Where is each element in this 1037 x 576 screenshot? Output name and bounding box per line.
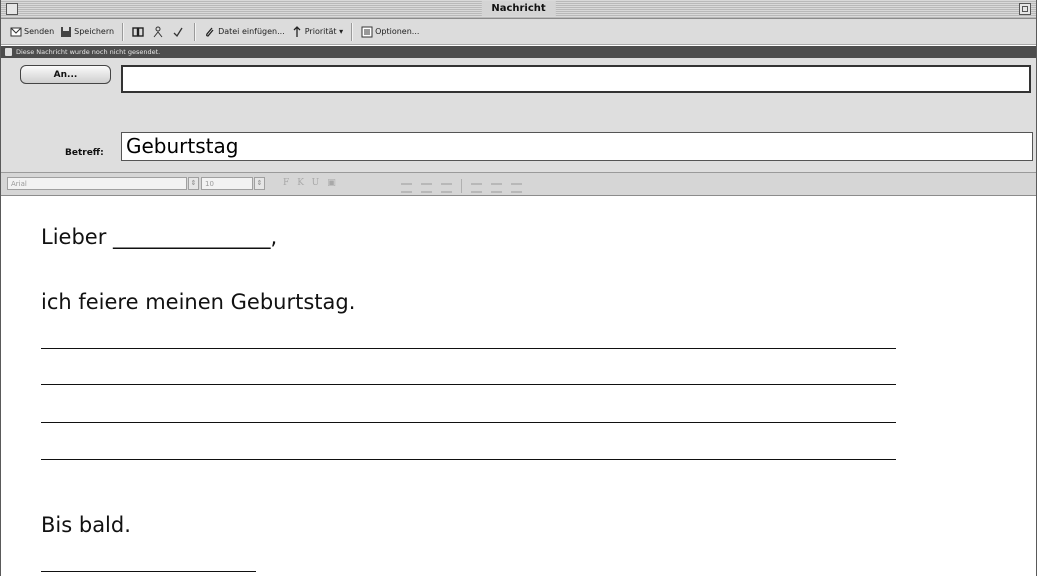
align-right-icon[interactable]: [511, 183, 522, 193]
window-title: Nachricht: [481, 1, 556, 16]
message-header: An... Betreff: Geburtstag: [1, 58, 1036, 173]
indent-icon[interactable]: [441, 183, 452, 193]
font-select-stepper-icon[interactable]: ⇕: [188, 177, 199, 190]
check-names-button[interactable]: [149, 22, 169, 42]
title-bar[interactable]: Nachricht: [1, 0, 1036, 19]
priority-label: Priorität ▾: [304, 27, 344, 36]
paragraph-format-icons: [401, 178, 541, 193]
align-left-icon[interactable]: [471, 183, 482, 193]
attach-file-label: Datei einfügen...: [218, 27, 285, 36]
color-icon[interactable]: ▣: [327, 178, 344, 188]
message-body[interactable]: Lieber _______________, ich feiere meine…: [1, 196, 1036, 576]
toolbar-separator: [122, 22, 125, 41]
status-text: Diese Nachricht wurde noch nicht gesende…: [16, 48, 161, 56]
spelling-button[interactable]: [169, 22, 189, 42]
send-label: Senden: [24, 27, 55, 36]
send-button[interactable]: Senden: [7, 22, 57, 42]
info-icon: [5, 48, 12, 56]
options-label: Optionen...: [375, 27, 420, 36]
address-book-button[interactable]: [129, 22, 149, 42]
priority-menu[interactable]: Priorität ▾: [288, 22, 346, 42]
align-center-icon[interactable]: [491, 183, 502, 193]
blank-line: [41, 348, 896, 349]
toolbar-separator: [351, 22, 354, 41]
blank-line: [41, 459, 896, 460]
priority-icon: [293, 25, 301, 37]
subject-label: Betreff:: [65, 148, 104, 158]
save-button[interactable]: Speichern: [57, 22, 117, 42]
spelling-icon: [173, 27, 183, 37]
bold-icon[interactable]: F: [283, 178, 297, 188]
body-line-1: ich feiere meinen Geburtstag.: [41, 290, 356, 314]
text-style-icons: FKU▣: [283, 178, 344, 188]
paperclip-icon: [206, 27, 214, 37]
disk-icon: [61, 26, 72, 37]
outdent-icon[interactable]: [421, 183, 432, 193]
font-size-stepper-icon[interactable]: ⇕: [254, 177, 265, 190]
to-field[interactable]: [121, 65, 1031, 93]
options-icon: [361, 26, 373, 37]
subject-field[interactable]: Geburtstag: [121, 132, 1033, 161]
to-button[interactable]: An...: [20, 65, 111, 84]
toolbar-separator: [194, 22, 197, 41]
send-icon: [10, 27, 22, 36]
italic-icon[interactable]: K: [297, 178, 311, 188]
status-bar: Diese Nachricht wurde noch nicht gesende…: [1, 46, 1036, 58]
closing-line: Bis bald.: [41, 513, 131, 537]
font-select[interactable]: Arial: [7, 177, 187, 190]
format-bar: Arial ⇕ 10 ⇕ FKU▣: [1, 173, 1036, 196]
bullet-list-icon[interactable]: [401, 183, 412, 193]
signature-line: [41, 571, 256, 572]
book-icon: [132, 26, 144, 37]
save-label: Speichern: [74, 27, 115, 36]
blank-line: [41, 384, 896, 385]
options-button[interactable]: Optionen...: [358, 22, 422, 42]
toolbar: Senden Speichern Datei einfügen... Prior…: [1, 19, 1036, 45]
message-window: Nachricht Senden Speichern Datei einfüge…: [0, 0, 1037, 576]
format-separator: [461, 179, 462, 193]
close-box-icon[interactable]: [6, 3, 18, 15]
greeting-line: Lieber _______________,: [41, 225, 278, 249]
blank-line: [41, 422, 896, 423]
attach-file-button[interactable]: Datei einfügen...: [201, 22, 288, 42]
font-size-select[interactable]: 10: [201, 177, 253, 190]
zoom-box-icon[interactable]: [1019, 3, 1031, 15]
check-names-icon: [153, 26, 163, 37]
underline-icon[interactable]: U: [312, 178, 328, 188]
